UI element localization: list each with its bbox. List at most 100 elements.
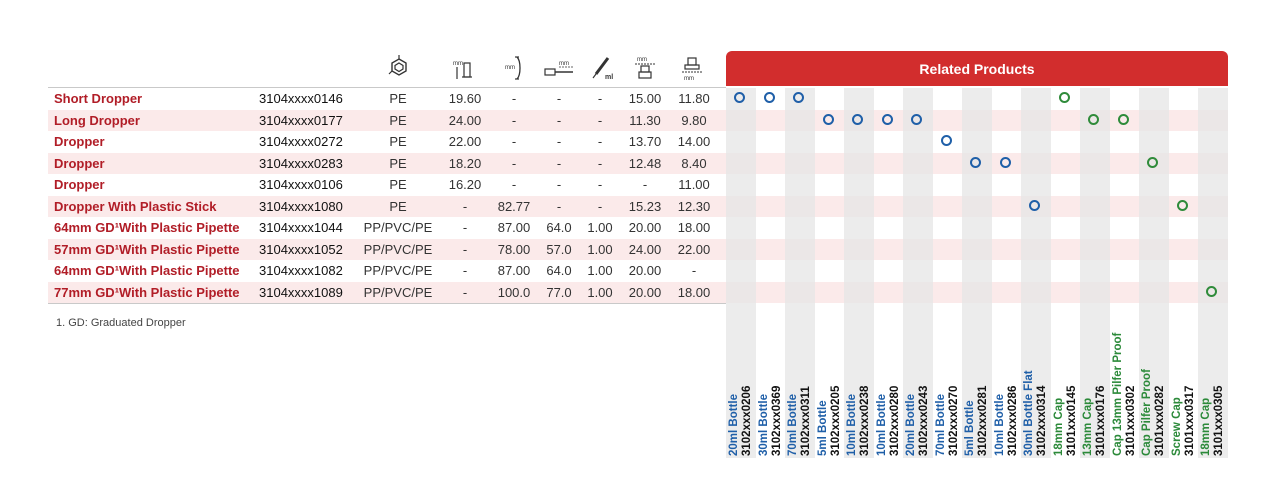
spec-value-c6: 18.00 bbox=[677, 220, 711, 235]
related-products-banner: Related Products bbox=[726, 51, 1228, 86]
spec-value-c1: - bbox=[462, 198, 468, 214]
spec-value-c6: 12.30 bbox=[677, 198, 711, 214]
spec-value-c5: 12.48 bbox=[628, 155, 662, 171]
spec-value-c6: - bbox=[691, 263, 697, 278]
related-product-name: 18mm Cap bbox=[1052, 397, 1065, 456]
related-product-code: 3101xxx0302 bbox=[1124, 385, 1137, 456]
related-product-name: 18mm Cap bbox=[1200, 397, 1212, 456]
related-product-code: 3101xxx0282 bbox=[1154, 385, 1166, 456]
related-product-name: 13mm Cap bbox=[1082, 397, 1094, 456]
spec-value-c5: 20.00 bbox=[628, 263, 662, 278]
match-indicator bbox=[940, 135, 952, 147]
related-product-label: 20ml Bottle 3102xxx0243 bbox=[905, 386, 931, 456]
spec-value-c6: 8.40 bbox=[681, 155, 707, 171]
related-product-label: 10ml Bottle 3102xxx0280 bbox=[876, 386, 902, 456]
spec-value-c5: 13.70 bbox=[628, 134, 662, 149]
related-product-label: 13mm Cap 3101xxx0176 bbox=[1082, 386, 1108, 456]
related-product-label: 18mm Cap 3101xxx0305 bbox=[1200, 386, 1226, 456]
related-product-label: Screw Cap 3101xxx0317 bbox=[1171, 386, 1197, 456]
match-indicator bbox=[881, 113, 893, 125]
product-name: 64mm GD¹With Plastic Pipette bbox=[54, 220, 240, 235]
related-product-code: 3102xxx0205 bbox=[829, 385, 842, 456]
related-product-code: 3102xxx0270 bbox=[947, 385, 960, 456]
product-code: 3104xxxx0146 bbox=[259, 91, 343, 106]
product-code: 3104xxxx1052 bbox=[259, 241, 343, 257]
related-product-name: 10ml Bottle bbox=[846, 394, 858, 456]
related-product-name: Screw Cap bbox=[1170, 397, 1183, 456]
related-product-label: 5ml Bottle 3102xxx0205 bbox=[817, 386, 843, 456]
dropper-length-icon: mm bbox=[544, 61, 573, 76]
product-code: 3104xxxx1089 bbox=[259, 284, 343, 300]
product-name: Dropper bbox=[54, 134, 105, 149]
product-material: PE bbox=[389, 198, 407, 214]
related-product-label: Cap Pilfer Proof 3101xxx0282 bbox=[1141, 369, 1167, 456]
neck-finish-icon bbox=[388, 55, 407, 76]
spec-value-c5: 15.23 bbox=[628, 198, 662, 214]
product-name: Dropper With Plastic Stick bbox=[54, 198, 217, 214]
spec-value-c5: 20.00 bbox=[628, 284, 662, 300]
match-indicator bbox=[1206, 285, 1218, 297]
match-indicator bbox=[1029, 199, 1041, 211]
related-product-name: Cap Pilfer Proof bbox=[1141, 369, 1153, 456]
related-product-name: 20ml Bottle bbox=[728, 394, 740, 456]
spec-value-c6: 11.80 bbox=[678, 91, 710, 106]
product-material: PP/PVC/PE bbox=[363, 220, 433, 235]
related-product-name: 30ml Bottle bbox=[757, 394, 770, 456]
related-product-code: 3102xxx0281 bbox=[977, 385, 989, 456]
product-name: Short Dropper bbox=[54, 91, 143, 106]
capacity-icon: ml bbox=[592, 57, 613, 81]
svg-text:mm: mm bbox=[505, 65, 515, 71]
related-product-name: 20ml Bottle bbox=[905, 394, 917, 456]
product-name: Dropper bbox=[54, 177, 105, 192]
related-product-label: 10ml Bottle 3102xxx0238 bbox=[846, 386, 872, 456]
related-product-name: 70ml Bottle bbox=[787, 394, 799, 456]
spec-value-c1: 16.20 bbox=[448, 177, 482, 192]
product-material: PP/PVC/PE bbox=[363, 284, 433, 300]
diameter-icon: mm bbox=[635, 57, 655, 79]
related-product-name: Cap 13mm Pilfer Proof bbox=[1111, 332, 1124, 456]
related-product-label: 18mm Cap 3101xxx0145 bbox=[1053, 386, 1079, 456]
related-product-code: 3102xxx0206 bbox=[741, 385, 753, 456]
spec-value-c6: 22.00 bbox=[677, 241, 711, 257]
match-indicator bbox=[1058, 92, 1070, 104]
product-code: 3104xxxx0272 bbox=[259, 134, 343, 149]
related-product-label: 10ml Bottle 3102xxx0286 bbox=[994, 386, 1020, 456]
product-material: PE bbox=[389, 91, 407, 106]
match-indicator bbox=[1176, 199, 1188, 211]
related-product-name: 70ml Bottle bbox=[934, 394, 947, 456]
related-product-code: 3102xxx0243 bbox=[918, 385, 930, 456]
related-product-name: 10ml Bottle bbox=[875, 394, 888, 456]
spec-value-c1: - bbox=[462, 263, 468, 278]
spec-value-c6: 14.00 bbox=[677, 134, 711, 149]
match-indicator bbox=[1147, 156, 1159, 168]
cap-diameter-icon: mm bbox=[682, 57, 702, 81]
related-product-code: 3102xxx0369 bbox=[770, 385, 783, 456]
match-indicator bbox=[1117, 113, 1129, 125]
length-icon: mm bbox=[505, 56, 521, 80]
spec-value-c5: - bbox=[642, 177, 648, 192]
product-material: PE bbox=[389, 155, 407, 171]
match-indicator bbox=[970, 156, 982, 168]
spec-value-c5: 15.00 bbox=[628, 91, 662, 106]
match-indicator bbox=[852, 113, 864, 125]
product-code: 3104xxxx0106 bbox=[259, 177, 343, 192]
svg-text:mm: mm bbox=[453, 61, 463, 67]
svg-text:mm: mm bbox=[559, 61, 569, 67]
spec-value-c1: 24.00 bbox=[448, 112, 482, 128]
spec-value-c1: 18.20 bbox=[448, 155, 482, 171]
footnote: 1. GD: Graduated Dropper bbox=[56, 317, 186, 329]
svg-text:mm: mm bbox=[684, 76, 694, 81]
related-product-code: 3102xxx0311 bbox=[800, 386, 812, 456]
match-indicator bbox=[822, 113, 834, 125]
product-name: Dropper bbox=[54, 155, 105, 171]
product-code: 3104xxxx0283 bbox=[259, 155, 343, 171]
spec-value-c1: 19.60 bbox=[448, 91, 482, 106]
related-product-label: 5ml Bottle 3102xxx0281 bbox=[964, 386, 990, 456]
related-product-label: 20ml Bottle 3102xxx0206 bbox=[728, 386, 754, 456]
related-product-code: 3101xxx0145 bbox=[1065, 385, 1078, 456]
product-material: PE bbox=[389, 112, 407, 128]
spec-value-c1: 22.00 bbox=[448, 134, 482, 149]
product-name: Long Dropper bbox=[54, 112, 140, 128]
spec-value-c6: 18.00 bbox=[677, 284, 711, 300]
match-indicator bbox=[763, 92, 775, 104]
